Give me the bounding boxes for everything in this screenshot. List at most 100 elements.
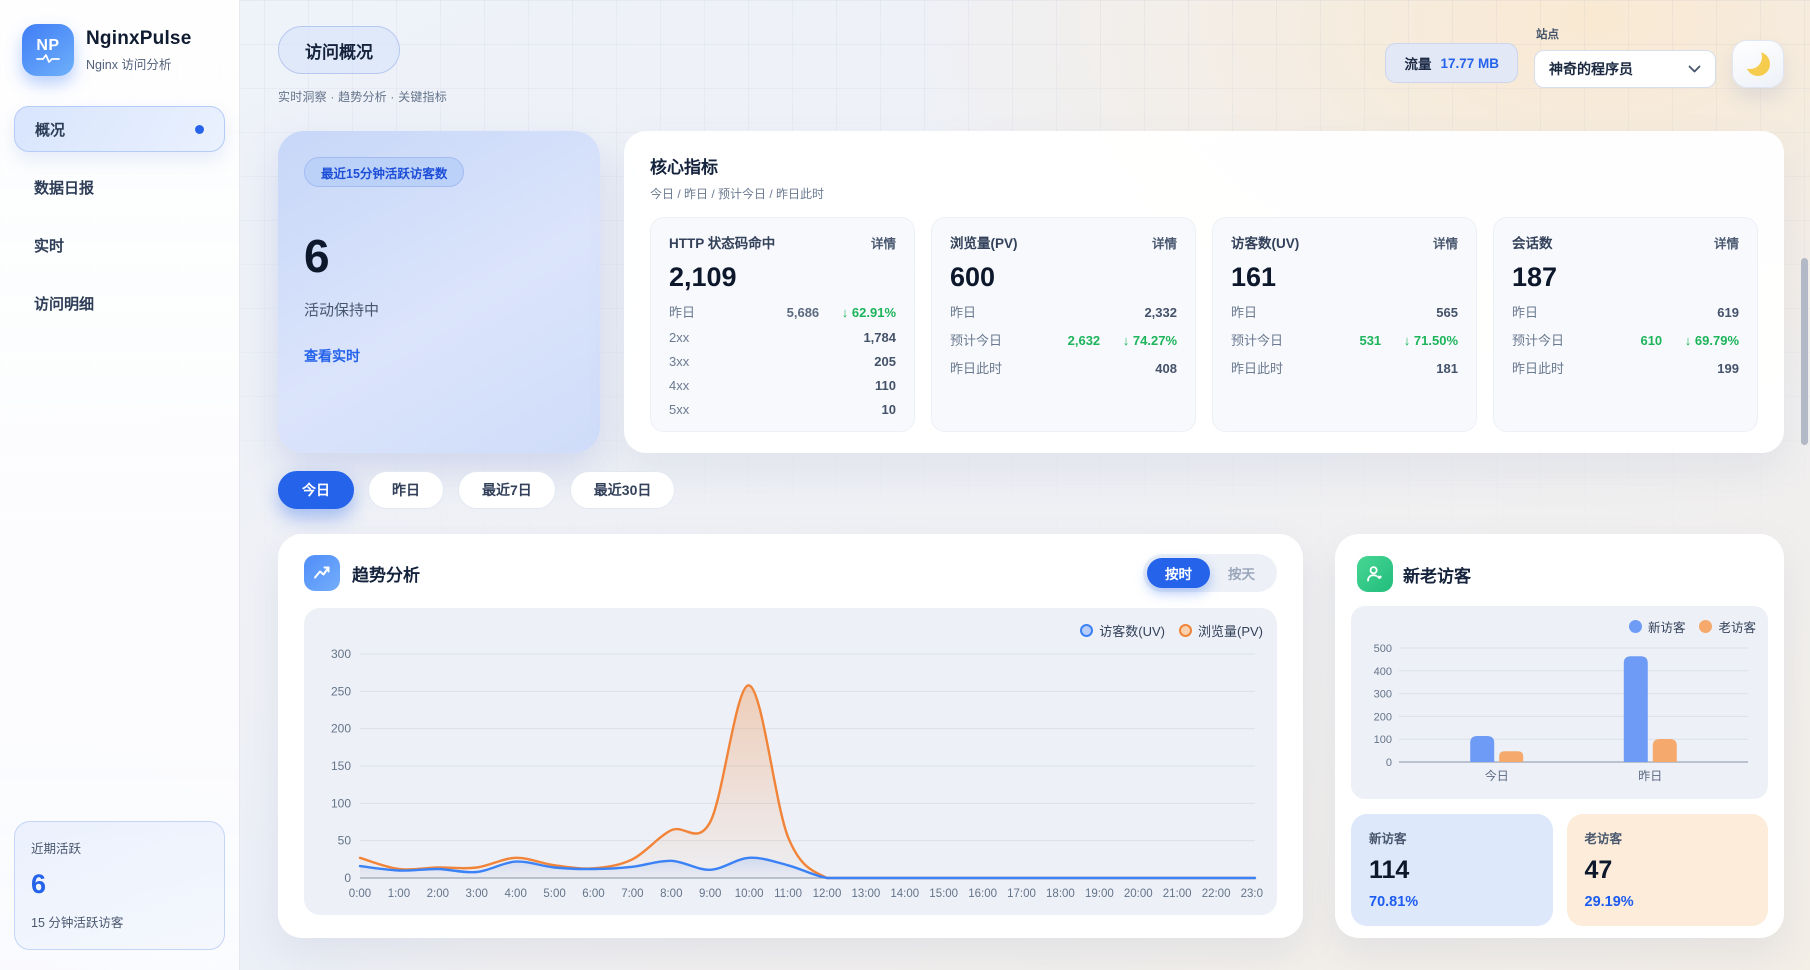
sidebar-item-label: 访问明细	[34, 293, 94, 314]
kpi-card-header: 会话数详情	[1512, 232, 1739, 252]
kpi-row-value: ↓ 71.50%	[1381, 333, 1458, 348]
svg-text:9:00: 9:00	[699, 888, 721, 900]
charts-row: 趋势分析 按时按天 访客数(UV)浏览量(PV) 050100150200250…	[278, 534, 1784, 938]
kpi-row-value: 1,784	[819, 330, 896, 345]
svg-text:22:00: 22:00	[1202, 888, 1231, 900]
legend-dot	[1179, 624, 1192, 637]
recent-activity-card: 近期活跃 6 15 分钟活跃访客	[14, 821, 225, 950]
detail-link[interactable]: 详情	[1433, 233, 1458, 252]
kpi-row-label: 预计今日	[1231, 330, 1311, 349]
brand: NP NginxPulse Nginx 访问分析	[14, 22, 225, 78]
svg-text:5:00: 5:00	[543, 888, 565, 900]
legend-label: 浏览量(PV)	[1198, 621, 1263, 640]
sidebar-item-实时[interactable]: 实时	[14, 222, 225, 268]
site-select[interactable]: 神奇的程序员	[1534, 50, 1716, 88]
kpi-row: 昨日5,686↓ 62.91%	[669, 302, 896, 321]
sidebar-item-概况[interactable]: 概况	[14, 106, 225, 152]
kpi-row-value: 408	[1100, 361, 1177, 376]
active-visitors-badge: 最近15分钟活跃访客数	[304, 157, 464, 187]
svg-text:250: 250	[331, 684, 351, 698]
kpi-card: 会话数详情187昨日619预计今日610↓ 69.79%昨日此时199	[1493, 217, 1758, 432]
kpi-row: 3xx205	[669, 354, 896, 369]
filter-最近30日[interactable]: 最近30日	[570, 471, 676, 509]
svg-text:3:00: 3:00	[466, 888, 488, 900]
svg-text:昨日: 昨日	[1638, 769, 1662, 783]
svg-text:16:00: 16:00	[968, 888, 997, 900]
detail-link[interactable]: 详情	[1152, 233, 1177, 252]
svg-text:23:00: 23:00	[1241, 888, 1263, 900]
brand-text: NginxPulse Nginx 访问分析	[86, 28, 191, 73]
kpi-row: 预计今日2,632↓ 74.27%	[950, 330, 1177, 349]
traffic-badge: 流量 17.77 MB	[1385, 43, 1518, 83]
sidebar-item-label: 实时	[34, 235, 64, 256]
kpi-row: 5xx10	[669, 402, 896, 417]
recent-activity-caption: 15 分钟活跃访客	[31, 912, 208, 931]
trend-card-title: 趋势分析	[352, 561, 420, 586]
theme-toggle-button[interactable]	[1732, 40, 1784, 88]
kpi-card-title: 浏览量(PV)	[950, 232, 1018, 252]
kpi-row-label: 2xx	[669, 330, 749, 345]
svg-text:0:00: 0:00	[349, 888, 371, 900]
sidebar-item-访问明细[interactable]: 访问明细	[14, 280, 225, 326]
visitors-chart-panel: 新访客老访客 0100200300400500今日昨日	[1351, 606, 1768, 799]
trend-mode-按时[interactable]: 按时	[1147, 558, 1210, 588]
svg-text:11:00: 11:00	[774, 888, 802, 900]
visitor-person-icon	[1357, 556, 1393, 592]
kpi-row: 预计今日610↓ 69.79%	[1512, 330, 1739, 349]
kpi-row-label: 昨日此时	[950, 358, 1030, 377]
svg-text:200: 200	[1374, 711, 1392, 723]
filter-最近7日[interactable]: 最近7日	[458, 471, 556, 509]
sidebar-spacer	[14, 326, 225, 821]
svg-text:100: 100	[331, 796, 351, 810]
recent-activity-value: 6	[31, 869, 208, 900]
page-title: 访问概况	[278, 26, 400, 74]
active-visitors-status: 活动保持中	[304, 299, 574, 320]
kpi-card-value: 2,109	[669, 262, 896, 293]
kpi-row-value: 619	[1662, 305, 1739, 320]
view-realtime-link[interactable]: 查看实时	[304, 346, 574, 366]
kpi-section: 核心指标 今日 / 昨日 / 预计今日 / 昨日此时 HTTP 状态码命中详情2…	[624, 131, 1784, 453]
trend-legend: 访客数(UV)浏览量(PV)	[318, 614, 1263, 646]
svg-text:2:00: 2:00	[427, 888, 449, 900]
svg-text:0: 0	[344, 871, 351, 885]
kpi-row: 昨日565	[1231, 302, 1458, 321]
kpi-row-value: 10	[819, 402, 896, 417]
kpi-row-mid-value: 531	[1311, 333, 1381, 348]
detail-link[interactable]: 详情	[1714, 233, 1739, 252]
pulse-line-icon	[36, 54, 60, 63]
sidebar: NP NginxPulse Nginx 访问分析 概况数据日报实时访问明细 近期…	[0, 0, 240, 970]
svg-text:14:00: 14:00	[890, 888, 919, 900]
filter-今日[interactable]: 今日	[278, 471, 354, 509]
svg-text:8:00: 8:00	[660, 888, 682, 900]
kpi-row: 昨日此时199	[1512, 358, 1739, 377]
filter-昨日[interactable]: 昨日	[368, 471, 444, 509]
svg-text:0: 0	[1386, 757, 1392, 769]
visitor-stat-percent: 70.81%	[1369, 894, 1535, 910]
kpi-row-label: 昨日	[1231, 302, 1311, 321]
kpi-row-value: ↓ 62.91%	[819, 305, 896, 320]
svg-text:12:00: 12:00	[813, 888, 842, 900]
active-visitors-value: 6	[304, 233, 574, 279]
detail-link[interactable]: 详情	[871, 233, 896, 252]
svg-text:300: 300	[1374, 689, 1392, 701]
window-scrollbar-thumb[interactable]	[1801, 258, 1808, 445]
kpi-card-header: 访客数(UV) 详情	[1231, 232, 1458, 252]
svg-text:500: 500	[1374, 643, 1392, 655]
trend-mode-按天[interactable]: 按天	[1210, 558, 1273, 588]
kpi-row-value: 181	[1381, 361, 1458, 376]
page-heading: 访问概况 实时洞察 · 趋势分析 · 关键指标	[278, 26, 447, 105]
kpi-card-title: 访客数(UV)	[1231, 232, 1299, 252]
visitors-bar-chart: 0100200300400500今日昨日	[1363, 640, 1756, 786]
kpi-row: 昨日此时 408	[950, 358, 1177, 377]
sidebar-item-数据日报[interactable]: 数据日报	[14, 164, 225, 210]
visitor-stat-老访客: 老访客4729.19%	[1567, 814, 1769, 926]
svg-text:300: 300	[331, 647, 351, 661]
legend-label: 老访客	[1718, 617, 1756, 636]
date-filter-row: 今日昨日最近7日最近30日	[278, 471, 1784, 509]
app-logo: NP	[22, 24, 74, 76]
svg-text:17:00: 17:00	[1007, 888, 1036, 900]
sidebar-nav: 概况数据日报实时访问明细	[14, 106, 225, 326]
kpi-row-label: 昨日	[1512, 302, 1592, 321]
svg-text:4:00: 4:00	[504, 888, 526, 900]
app-window: NP NginxPulse Nginx 访问分析 概况数据日报实时访问明细 近期…	[0, 0, 1810, 970]
